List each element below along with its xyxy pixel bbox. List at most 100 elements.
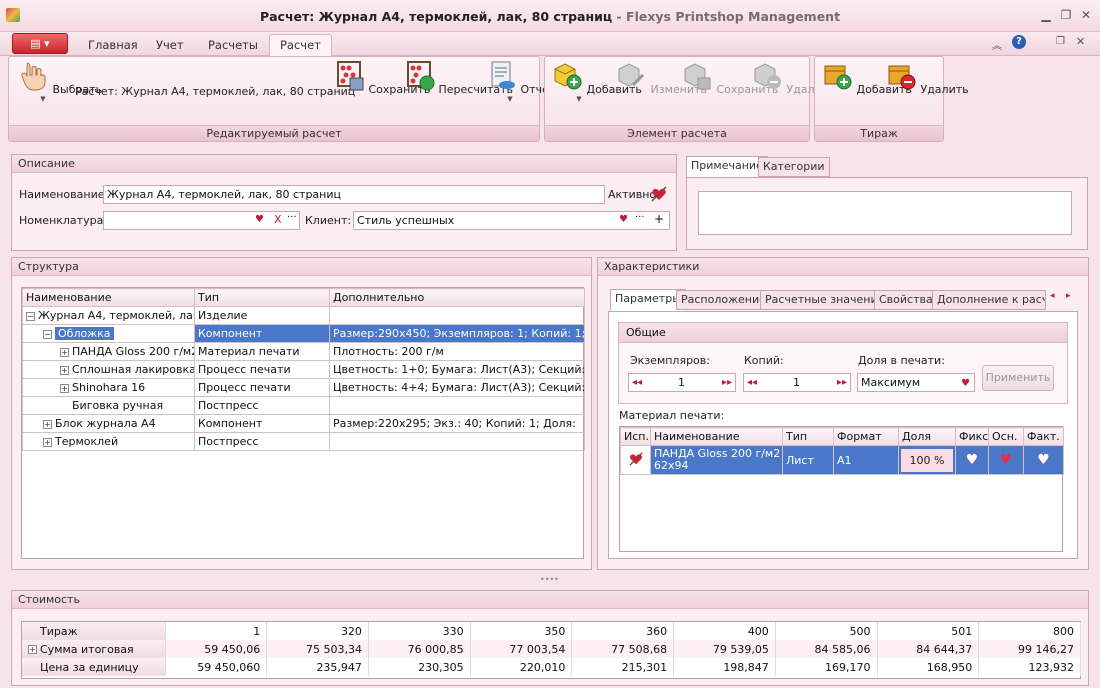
material-share-cell[interactable]: 100 % [898,445,956,475]
run-add-button[interactable]: Добавить [821,59,912,96]
expand-icon[interactable]: + [28,645,37,654]
collapse-icon[interactable]: − [43,329,52,339]
expand-icon[interactable]: + [43,419,52,429]
use-heart-arrow-icon[interactable] [627,451,645,467]
tab-accounting[interactable]: Учет [146,35,194,56]
material-row[interactable]: ПАНДА Gloss 200 г/м2 62x94 Лист A1 100 % … [620,445,1064,475]
tabs-scroll-right-icon[interactable]: ▸ [1066,291,1071,301]
cost-cell: 215,301 [571,658,675,676]
tab-layout[interactable]: Расположение [676,290,771,310]
name-input[interactable]: Журнал А4, термоклей, лак, 80 страниц [103,185,605,204]
active-heart-arrow-icon[interactable] [650,185,668,203]
window-title: Расчет: Журнал А4, термоклей, лак, 80 ст… [259,9,841,24]
tree-row[interactable]: + Блок журнала А4 Компонент Размер:220x295;… [22,414,585,433]
help-icon[interactable]: ? [1012,35,1026,49]
collapse-ribbon-icon[interactable]: ︽ [992,37,1002,52]
col-extra[interactable]: Дополнительно [329,288,585,307]
element-edit-button[interactable]: Изменить [615,59,707,96]
tab-calculation[interactable]: Расчет [269,34,332,57]
material-grid: Исп.НаименованиеТипФорматДоляФикс.Осн.Фа… [619,426,1064,552]
cost-cell: 400 [673,622,776,640]
kop-spinner[interactable]: ◂◂ 1 ▸▸ [743,373,851,392]
mat-col-7[interactable]: Факт. [1023,427,1064,446]
element-add-button[interactable]: Добавить ▼ [551,59,642,103]
report-icon [491,61,515,89]
tab-home[interactable]: Главная [78,35,148,56]
close-icon[interactable]: ✕ [1076,6,1096,24]
tab-properties[interactable]: Свойства [874,290,938,310]
nomenclature-dropdown-icon[interactable]: ♥ [255,214,264,225]
client-add-icon[interactable]: + [654,212,664,226]
mdi-restore-icon[interactable]: ❐ [1056,36,1065,47]
share-select[interactable]: Максимум ♥ [857,373,975,392]
apply-button[interactable]: Применить [982,365,1054,391]
app-menu-button[interactable]: ▤ ▾ [12,33,68,54]
fact-heart-icon[interactable]: ♥ [1023,445,1064,475]
select-button[interactable]: Выбрать ▼ [17,59,102,103]
fixed-heart-icon[interactable]: ♥ [955,445,989,475]
cost-cell: 169,170 [775,658,878,676]
splitter-grip[interactable]: •••• [540,575,559,584]
nomenclature-more-icon[interactable]: ··· [287,212,297,223]
tab-calc-values[interactable]: Расчетные значения [760,290,890,310]
cost-cell: 76 000,85 [368,640,471,658]
cost-grid: Тираж 1 320 330 350 360 400 500 501 800 + Сумма ито… [21,621,1081,679]
element-delete-button[interactable]: Удалить [751,59,835,96]
tree-row-type: Материал печати [194,342,330,361]
cost-cell: 220,010 [470,658,573,676]
tab-note[interactable]: Примечание [686,156,768,178]
tree-row[interactable]: + Сплошная лакировка А Процесс печати Цветн… [22,360,585,379]
nomenclature-clear-icon[interactable]: X [274,213,282,226]
use-cell[interactable] [620,445,651,475]
collapse-icon[interactable]: − [26,311,35,321]
tab-calculations[interactable]: Расчеты [198,35,268,56]
mat-col-0[interactable]: Исп. [620,427,651,446]
client-more-icon[interactable]: ··· [635,212,645,223]
tabs-scroll-left-icon[interactable]: ◂ [1050,291,1055,301]
note-textarea[interactable] [698,191,1072,235]
tab-categories[interactable]: Категории [758,157,830,177]
tree-row[interactable]: − Обложка Компонент Размер:290x450; Экземпл… [22,324,585,343]
tree-row-type: Постпресс [194,432,330,451]
expand-icon[interactable]: + [60,347,69,357]
tree-row[interactable]: Биговка ручная Постпресс [22,396,585,415]
save-button[interactable]: Сохранить [333,59,430,96]
characteristics-panel: Характеристики Параметры Расположение Ра… [597,257,1089,570]
copies-spinner[interactable]: ◂◂ 1 ▸▸ [628,373,736,392]
main-heart-arrow-icon[interactable]: ♥ [988,445,1024,475]
mat-col-6[interactable]: Осн. [988,427,1024,446]
recalculate-button[interactable]: Пересчитать [403,59,513,96]
description-header: Описание [12,155,676,173]
mat-col-4[interactable]: Доля [898,427,956,446]
expand-icon[interactable]: + [60,383,69,393]
tab-calc-addition[interactable]: Дополнение к расчет [932,290,1046,310]
client-dropdown-icon[interactable]: ♥ [619,214,628,225]
cost-label-text: Сумма итоговая [40,642,134,656]
nomenclature-input[interactable] [103,211,300,230]
cost-cell: 800 [978,622,1081,640]
expand-icon[interactable]: + [43,437,52,447]
col-type[interactable]: Тип [194,288,330,307]
element-save-button[interactable]: Сохранить [681,59,778,96]
expand-icon[interactable]: + [60,365,69,375]
tree-row[interactable]: + Термоклей Постпресс [22,432,585,451]
tree-row[interactable]: +ПАНДА Gloss 200 г/м2 6Материал печатиПл… [22,342,585,361]
cost-row-label[interactable]: + Сумма итоговая [22,640,166,658]
mat-col-3[interactable]: Формат [833,427,899,446]
cost-label-text: Цена за единицу [40,660,139,674]
tree-row-extra: Размер:220x295; Экз.: 40; Копий: 1; Доля… [329,414,585,433]
minimize-icon[interactable]: ▁ [1036,6,1056,24]
mdi-close-icon[interactable]: ✕ [1076,35,1085,48]
mat-col-5[interactable]: Фикс. [955,427,989,446]
tree-row-name: Биговка ручная [72,399,164,412]
run-delete-button[interactable]: Удалить [885,59,969,96]
tree-row[interactable]: + Shinohara 16 Процесс печати Цветность: 4+… [22,378,585,397]
restore-icon[interactable]: ❐ [1056,6,1076,24]
mat-col-2[interactable]: Тип [782,427,834,446]
col-name[interactable]: Наименование [22,288,195,307]
cost-cell: 59 450,06 [165,640,268,658]
mat-col-1[interactable]: Наименование [650,427,783,446]
tree-row[interactable]: − Журнал А4, термоклей, лак Изделие [22,306,585,325]
reports-button[interactable]: Отчеты ▼ [485,59,564,103]
tab-parameters[interactable]: Параметры [610,289,686,311]
